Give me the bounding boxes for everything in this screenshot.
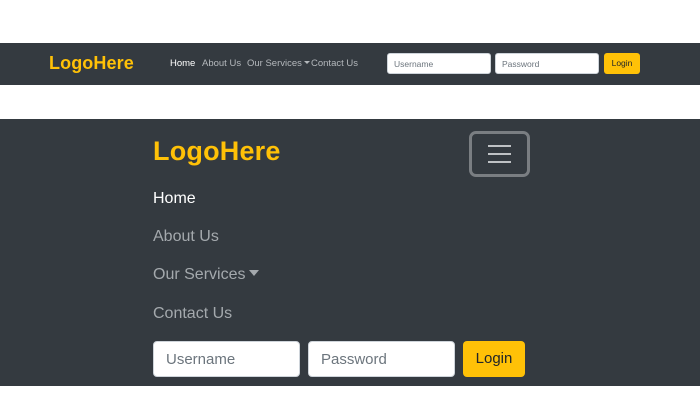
nav-item-contact-us[interactable]: Contact Us — [153, 305, 232, 323]
username-input[interactable] — [387, 53, 491, 74]
password-input[interactable] — [308, 341, 455, 377]
nav-item-home[interactable]: Home — [170, 58, 195, 69]
nav-item-our-services[interactable]: Our Services — [247, 58, 310, 69]
login-button[interactable]: Login — [463, 341, 525, 377]
nav-item-about-us[interactable]: About Us — [202, 58, 241, 69]
login-button[interactable]: Login — [604, 53, 640, 74]
nav-item-contact-us[interactable]: Contact Us — [311, 58, 358, 69]
brand-logo[interactable]: LogoHere — [153, 136, 281, 167]
caret-down-icon — [249, 270, 260, 276]
nav-item-about-us[interactable]: About Us — [153, 228, 219, 246]
nav-item-our-services-label: Our Services — [153, 266, 246, 283]
nav-item-our-services[interactable]: Our Services — [153, 266, 260, 284]
brand-logo[interactable]: LogoHere — [49, 53, 134, 74]
navbar-mobile: LogoHere Home About Us Our Services Cont… — [0, 119, 700, 386]
password-input[interactable] — [495, 53, 599, 74]
nav-item-our-services-label: Our Services — [247, 58, 302, 69]
nav-item-home[interactable]: Home — [153, 190, 196, 208]
caret-down-icon — [303, 61, 310, 64]
navbar-desktop: LogoHere Home About Us Our Services Cont… — [0, 43, 700, 85]
navbar-toggler-button[interactable] — [469, 131, 530, 177]
username-input[interactable] — [153, 341, 300, 377]
